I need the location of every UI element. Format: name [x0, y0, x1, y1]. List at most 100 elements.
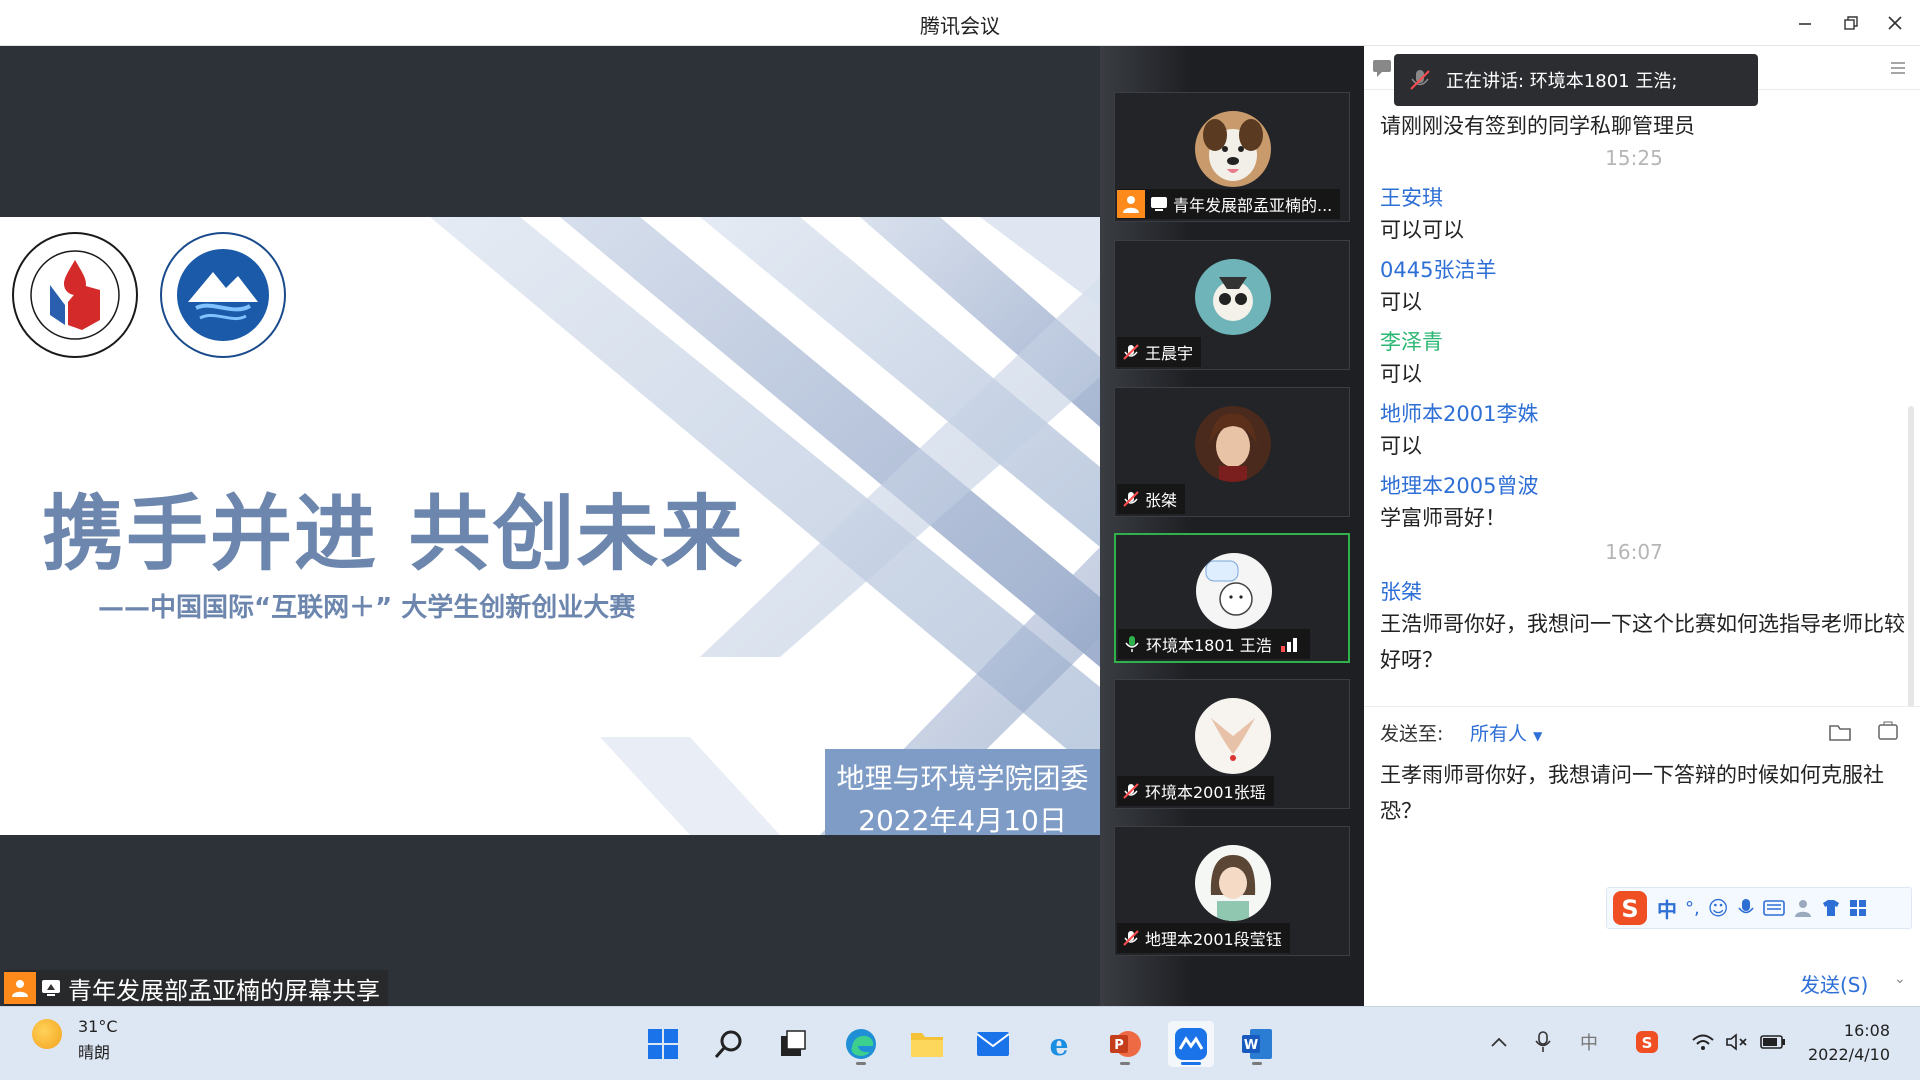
- chat-sender-name[interactable]: 王安琪: [1380, 182, 1443, 212]
- voice-icon[interactable]: [1737, 898, 1755, 918]
- send-button[interactable]: 发送(S): [1800, 969, 1868, 998]
- taskbar-ie[interactable]: e: [1036, 1021, 1082, 1067]
- chevron-down-icon: ▼: [1533, 729, 1543, 743]
- weather-condition: 晴朗: [78, 1043, 111, 1062]
- close-button[interactable]: [1880, 8, 1910, 38]
- tray-microphone[interactable]: [1528, 1027, 1558, 1057]
- window-title: 腾讯会议: [920, 14, 1000, 38]
- restore-icon: [1844, 16, 1858, 30]
- svg-text:S: S: [1621, 895, 1638, 923]
- weather-widget[interactable]: 31°C 晴朗: [32, 1017, 118, 1062]
- punctuation-icon[interactable]: °,: [1685, 898, 1700, 919]
- recipient-dropdown[interactable]: 所有人 ▼: [1470, 719, 1542, 746]
- participant-label: 环境本1801 王浩: [1118, 629, 1310, 659]
- announcement-icon[interactable]: [1876, 719, 1900, 743]
- taskbar-edge[interactable]: [838, 1021, 884, 1067]
- system-clock[interactable]: 16:08 2022/4/10: [1808, 1019, 1890, 1067]
- chat-message-text: 请刚刚没有签到的同学私聊管理员: [1380, 114, 1695, 138]
- ime-mode-label[interactable]: 中: [1657, 894, 1677, 923]
- task-view-button[interactable]: [770, 1021, 816, 1067]
- participant-tile[interactable]: 王晨宇: [1114, 240, 1350, 370]
- skin-icon[interactable]: [1821, 899, 1841, 917]
- chat-panel: 正在讲话: 环境本1801 王浩; 请刚刚没有签到的同学私聊管理员 15:25 …: [1364, 46, 1920, 1006]
- word-icon: W: [1242, 1029, 1272, 1059]
- menu-icon[interactable]: [1888, 58, 1908, 78]
- show-hidden-icons-button[interactable]: [1484, 1027, 1514, 1057]
- running-indicator: [856, 1062, 866, 1065]
- chat-input-area[interactable]: 发送至: 所有人 ▼ 王孝雨师哥你好，我想请问一下答辩的时候如何克服社恐？ S …: [1364, 706, 1920, 1006]
- close-icon: [1888, 16, 1902, 30]
- weather-temperature: 31°C: [78, 1017, 118, 1036]
- shandong-normal-university-logo: [12, 232, 138, 358]
- chat-sender-name[interactable]: 李泽青: [1380, 326, 1443, 356]
- participant-label: 张桀: [1117, 484, 1186, 514]
- start-button[interactable]: [640, 1021, 686, 1067]
- taskbar-mail[interactable]: [970, 1021, 1016, 1067]
- chat-input-field[interactable]: 王孝雨师哥你好，我想请问一下答辩的时候如何克服社恐？: [1380, 757, 1910, 829]
- slide-subtitle: ——中国国际“互联网＋” 大学生创新创业大赛: [98, 593, 636, 623]
- svg-text:P: P: [1114, 1038, 1124, 1053]
- participant-label: 青年发展部孟亚楠的...: [1117, 189, 1341, 219]
- chat-message-text: 可以: [1380, 290, 1422, 314]
- organizer-name: 地理与环境学院团委: [836, 762, 1089, 795]
- user-settings-icon[interactable]: [1793, 898, 1813, 918]
- chat-icon[interactable]: [1372, 58, 1392, 78]
- wifi-icon: [1692, 1034, 1714, 1050]
- dog-avatar: [1195, 111, 1271, 187]
- muted-mic-icon: [1117, 924, 1145, 952]
- tray-volume[interactable]: [1722, 1027, 1752, 1057]
- running-indicator: [1120, 1062, 1130, 1065]
- participant-tile-speaking[interactable]: 环境本1801 王浩: [1114, 533, 1350, 663]
- toolbox-icon[interactable]: [1849, 899, 1867, 917]
- chat-message-text: 王浩师哥你好，我想问一下这个比赛如何选指导老师比较好呀？: [1380, 612, 1905, 672]
- keyboard-icon[interactable]: [1762, 900, 1785, 916]
- tray-wifi[interactable]: [1688, 1027, 1718, 1057]
- chat-message-text: 可以: [1380, 362, 1422, 386]
- emoji-icon[interactable]: ☺: [1708, 896, 1729, 920]
- taskbar-search-button[interactable]: [706, 1021, 752, 1067]
- sogou-logo-icon: S: [1613, 891, 1647, 925]
- restore-button[interactable]: [1836, 8, 1866, 38]
- ime-toolbar[interactable]: S 中 °, ☺: [1606, 887, 1912, 929]
- taskbar-file-explorer[interactable]: [904, 1021, 950, 1067]
- ime-indicator[interactable]: 中: [1574, 1027, 1604, 1057]
- recipient-value: 所有人: [1470, 723, 1528, 745]
- chat-sender-name[interactable]: 地理本2005曾波: [1380, 470, 1538, 500]
- chat-message-text: 可以: [1380, 434, 1422, 458]
- chat-sender-name[interactable]: 张桀: [1380, 576, 1422, 606]
- participant-name: 环境本2001张瑶: [1145, 783, 1266, 802]
- send-options-chevron-icon[interactable]: ⌄: [1894, 971, 1906, 987]
- participant-tile[interactable]: 青年发展部孟亚楠的...: [1114, 92, 1350, 222]
- chat-sender-name[interactable]: 0445张洁羊: [1380, 254, 1496, 284]
- participant-name: 环境本1801 王浩: [1146, 636, 1272, 655]
- search-icon: [714, 1030, 742, 1058]
- tray-sogou[interactable]: S: [1632, 1027, 1662, 1057]
- photo-avatar: [1195, 406, 1271, 482]
- mic-active-icon: [1118, 630, 1146, 658]
- speaking-text: 正在讲话: 环境本1801 王浩;: [1446, 71, 1678, 92]
- muted-mic-icon: [1117, 485, 1145, 513]
- participant-tile[interactable]: 环境本2001张瑶: [1114, 679, 1350, 809]
- taskbar-word[interactable]: W: [1234, 1021, 1280, 1067]
- windows-taskbar: 31°C 晴朗 e P W 中 S 16:08 2022/4/10: [0, 1006, 1920, 1080]
- taskbar-tencent-meeting[interactable]: [1168, 1021, 1214, 1067]
- muted-mic-icon: [1117, 777, 1145, 805]
- chat-sender-name[interactable]: 地师本2001李姝: [1380, 398, 1538, 428]
- participant-tile[interactable]: 张桀: [1114, 387, 1350, 517]
- battery-icon: [1760, 1035, 1785, 1049]
- running-indicator: [1252, 1062, 1262, 1065]
- chat-messages: 请刚刚没有签到的同学私聊管理员 15:25 王安琪 可以可以 0445张洁羊 可…: [1364, 106, 1908, 756]
- minimize-button[interactable]: [1790, 8, 1820, 38]
- windows-logo-icon: [648, 1029, 678, 1059]
- taskbar-powerpoint[interactable]: P: [1102, 1021, 1148, 1067]
- participant-strip: 青年发展部孟亚楠的... 王晨宇 张桀 环境本1801 王浩 环境本2001张瑶…: [1100, 46, 1364, 1006]
- screen-share-owner: 青年发展部孟亚楠的屏幕共享: [68, 976, 380, 1005]
- participant-label: 地理本2001段莹钰: [1117, 923, 1290, 953]
- signal-strength-icon: [1280, 638, 1297, 652]
- participant-tile[interactable]: 地理本2001段莹钰: [1114, 826, 1350, 956]
- participant-label: 王晨宇: [1117, 337, 1202, 367]
- clock-date: 2022/4/10: [1807, 1045, 1890, 1064]
- screen-share-area[interactable]: 携手并进 共创未来 ——中国国际“互联网＋” 大学生创新创业大赛 地理与环境学院…: [0, 46, 1100, 1006]
- tray-battery[interactable]: [1758, 1027, 1788, 1057]
- folder-icon[interactable]: [1828, 721, 1854, 743]
